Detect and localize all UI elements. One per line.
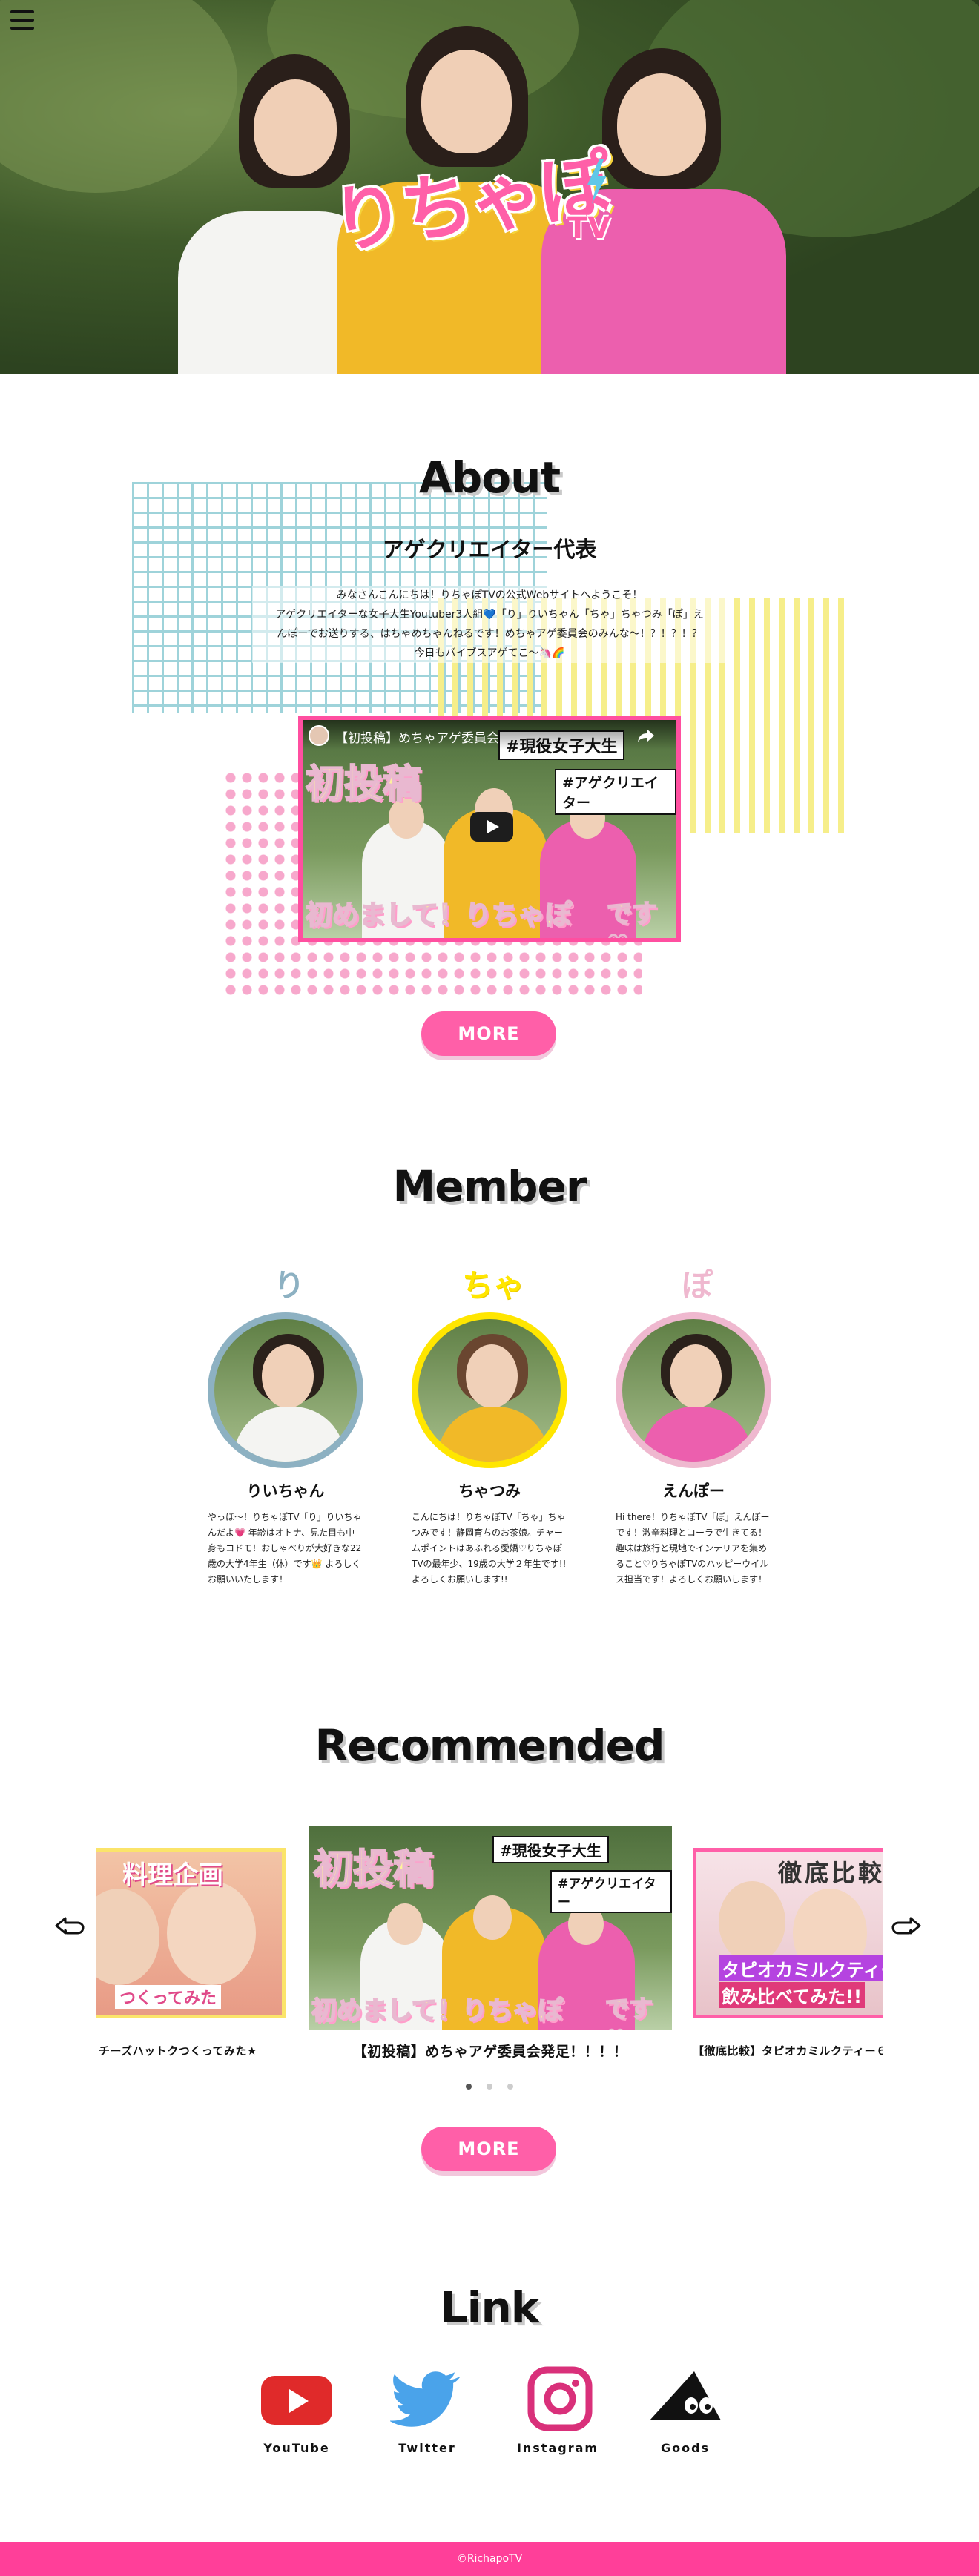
member-avatar[interactable] xyxy=(412,1312,567,1468)
member-kana: ちゃ xyxy=(461,1267,524,1304)
video-title: 【初投稿】めちゃアゲ委員会 xyxy=(335,731,499,746)
recommended-carousel: 料理企画 つくってみた 【料理企画】チーズハットクつくってみた★ 初投稿 #現役… xyxy=(96,1826,883,2070)
play-button[interactable] xyxy=(470,812,513,842)
about-line: アゲクリエイターな女子大生Youtuber3人組💙「り」りいちゃん「ちゃ」ちゃつ… xyxy=(275,609,704,621)
thumbnail-overlay-text: つくってみた xyxy=(115,1985,221,2009)
member-title: Member xyxy=(392,1161,587,1212)
youtube-link[interactable]: YouTube xyxy=(245,2365,349,2455)
member-description: やっほ〜！りちゃぽTV「り」りいちゃんだよ💗 年齢はオトナ、見た目も中身もコドモ… xyxy=(208,1512,362,1585)
about-line: 今日もバイブスアゲてこ〜🦄🌈 xyxy=(414,647,565,659)
footer: ©RichapoTV xyxy=(0,2542,979,2576)
link-label: Goods xyxy=(660,2441,711,2455)
recommended-caption: 【徹底比較】タピオカミルクティー６種類 xyxy=(693,2044,883,2058)
copyright-text: ©RichapoTV xyxy=(456,2553,523,2565)
thumbnail-overlay-text: 初めまして！りちゃぽ xyxy=(311,1995,564,2027)
video-person-head xyxy=(473,1895,512,1940)
about-line: んぽーでお送りする、はちゃめちゃんねるです！めちゃアゲ委員会のみんな〜！？！？！… xyxy=(277,628,702,640)
recommended-title: Recommended xyxy=(314,1720,665,1771)
thumbnail-overlay-text: 初投稿 xyxy=(312,1845,434,1893)
video-overlay-text: 初めまして！りちゃぽ xyxy=(305,899,573,931)
thumbnail-overlay-text: 料理企画 xyxy=(122,1860,223,1890)
video-title-bar: 【初投稿】めちゃアゲ委員会 xyxy=(303,720,676,750)
thumbnail-overlay-text: 飲み比べてみた!! xyxy=(719,1982,865,2008)
recommended-caption: 【料理企画】チーズハットクつくってみた★ xyxy=(96,2044,257,2058)
member-kana: り xyxy=(273,1267,305,1304)
thumbnail-overlay-text: タピオカミルクティー xyxy=(719,1955,883,1981)
richapo-tv-logo: りちゃぽ TV xyxy=(326,142,656,271)
member-description: こんにちは！りちゃぽTV「ちゃ」ちゃつみです！静岡育ちのお茶娘。チャームポイント… xyxy=(412,1512,567,1585)
video-thumbnail: 初投稿 #現役女子大生 #アゲクリエイター 初めまして！りちゃぽ です♡ xyxy=(309,1826,672,2030)
video-overlay-text: です♡ xyxy=(606,899,658,938)
member-avatar[interactable] xyxy=(208,1312,363,1468)
carousel-dot[interactable] xyxy=(507,2084,513,2090)
logo-text: りちゃぽ xyxy=(326,142,615,265)
hamburger-menu-icon[interactable] xyxy=(10,10,34,31)
about-subtitle: アゲクリエイター代表 xyxy=(382,537,597,562)
goods-icon xyxy=(648,2365,722,2432)
about-more-button[interactable]: MORE xyxy=(421,1011,556,1056)
recommended-caption: 【初投稿】めちゃアゲ委員会発足！！！！ xyxy=(352,2044,628,2060)
about-text: みなさんこんにちは！りちゃぽTVの公式Webサイトへようこそ！ アゲクリエイター… xyxy=(252,586,727,663)
video-person-head xyxy=(387,1903,423,1945)
twitter-link[interactable]: Twitter xyxy=(375,2365,479,2455)
recommended-more-button[interactable]: MORE xyxy=(421,2127,556,2171)
thumbnail-overlay-text: #現役女子大生 xyxy=(492,1836,609,1863)
thumbnail-overlay-text: #アゲクリエイター xyxy=(550,1870,672,1913)
youtube-icon xyxy=(260,2365,334,2432)
member-name: えんぽー xyxy=(662,1482,725,1500)
member-description: Hi there！りちゃぽTV「ぽ」えんぽーです！激辛料理とコーラで生きてる！趣… xyxy=(616,1512,770,1585)
video-thumbnail: 徹底比較 タピオカミルクティー 飲み比べてみた!! xyxy=(693,1848,883,2018)
hero-banner: りちゃぽ TV xyxy=(0,0,979,374)
thumbnail-overlay-text: 徹底比較 xyxy=(778,1859,883,1887)
person-face xyxy=(167,1881,256,1985)
member-avatar[interactable] xyxy=(616,1312,771,1468)
instagram-icon xyxy=(521,2365,595,2432)
member-kana: ぽ xyxy=(681,1267,713,1304)
lightning-bolt-icon xyxy=(587,159,607,204)
youtube-video-embed[interactable]: 初投稿 #現役女子大生 #アゲクリエイター 初めまして！りちゃぽ です♡ 【初投… xyxy=(298,716,681,942)
video-overlay-text: 初投稿 xyxy=(305,762,422,808)
member-name: りいちゃん xyxy=(246,1482,325,1500)
video-tag: #アゲクリエイター xyxy=(555,769,676,815)
prev-arrow-icon[interactable] xyxy=(53,1909,86,1942)
logo-tv: TV xyxy=(567,211,611,245)
twitter-icon xyxy=(389,2365,464,2432)
share-icon[interactable] xyxy=(636,727,656,744)
carousel-dots xyxy=(0,2078,979,2093)
next-arrow-icon[interactable] xyxy=(890,1909,923,1942)
about-title: About xyxy=(418,452,561,503)
thumbnail-overlay-text: です♡ xyxy=(604,1994,653,2030)
video-thumbnail: 料理企画 つくってみた xyxy=(96,1848,286,2018)
carousel-dot[interactable] xyxy=(466,2084,472,2090)
person-face xyxy=(719,1881,785,1963)
link-label: Instagram xyxy=(516,2441,599,2455)
about-line: みなさんこんにちは！りちゃぽTVの公式Webサイトへようこそ！ xyxy=(336,589,643,601)
goods-link[interactable]: Goods xyxy=(633,2365,737,2455)
link-label: YouTube xyxy=(263,2441,330,2455)
channel-avatar xyxy=(309,725,329,746)
person-face xyxy=(96,1889,159,1985)
page: りちゃぽ TV About アゲクリエイター代表 みなさんこんにちは！りちゃぽT… xyxy=(0,0,979,2576)
member-name: ちゃつみ xyxy=(458,1482,521,1500)
carousel-dot[interactable] xyxy=(487,2084,492,2090)
link-title: Link xyxy=(440,2282,540,2333)
link-label: Twitter xyxy=(398,2441,456,2455)
instagram-link[interactable]: Instagram xyxy=(506,2365,610,2455)
